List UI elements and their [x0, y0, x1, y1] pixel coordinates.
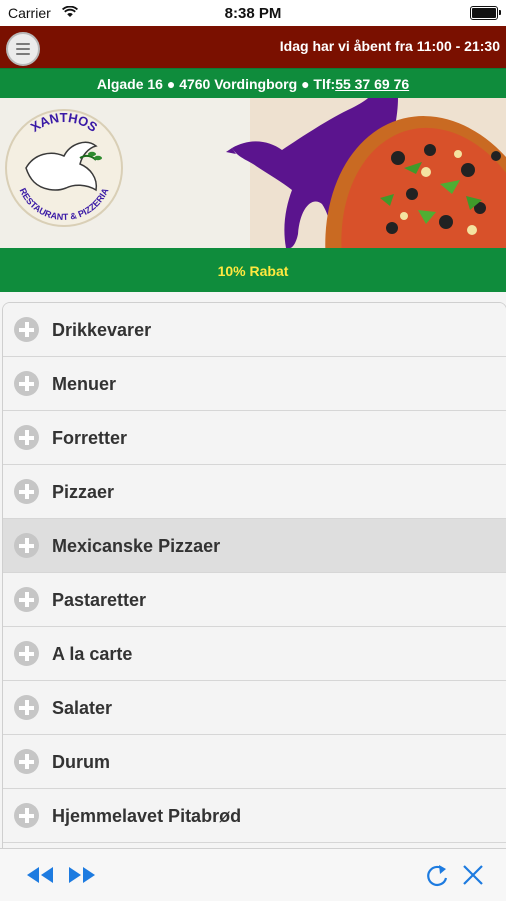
- menu-item-label: Hjemmelavet Pitabrød: [52, 806, 242, 826]
- menu-item-label: Salater: [52, 698, 113, 718]
- menu-item[interactable]: Durum: [3, 735, 506, 789]
- address-bar: Algade 16 ● 4760 Vordingborg ● Tlf:55 37…: [0, 68, 506, 99]
- menu-item-label: Menuer: [52, 374, 117, 394]
- hamburger-menu-button[interactable]: [6, 32, 40, 66]
- discount-bar: 10% Rabat: [0, 248, 506, 292]
- back-icon[interactable]: [24, 861, 56, 889]
- phone-link[interactable]: 55 37 69 76: [335, 76, 409, 92]
- opening-hours: Idag har vi åbent fra 11:00 - 21:30: [279, 38, 500, 54]
- menu-item-label: Pastaretter: [52, 590, 147, 610]
- banner-image: XANTHOS RESTAURANT & PIZZERIA: [0, 98, 506, 248]
- discount-label: 10% Rabat: [217, 263, 289, 279]
- menu-item-label: Drikkevarer: [52, 320, 152, 340]
- menu-item[interactable]: Drikkevarer: [3, 303, 506, 357]
- menu-item-label: Forretter: [52, 428, 128, 448]
- plus-icon: [14, 425, 39, 450]
- plus-icon: [14, 749, 39, 774]
- top-header: Idag har vi åbent fra 11:00 - 21:30: [0, 26, 506, 68]
- plus-icon: [14, 695, 39, 720]
- plus-icon: [14, 803, 39, 828]
- menu-item[interactable]: Pastaretter: [3, 573, 506, 627]
- reload-icon[interactable]: [424, 861, 450, 889]
- address-text: Algade 16 ● 4760 Vordingborg ● Tlf:: [96, 76, 336, 92]
- menu-icon-line: [16, 53, 30, 55]
- browser-toolbar: [0, 848, 506, 901]
- menu-item[interactable]: Menuer: [3, 357, 506, 411]
- restaurant-logo: XANTHOS RESTAURANT & PIZZERIA: [5, 109, 123, 227]
- menu-item-label: Pizzaer: [52, 482, 115, 502]
- plus-icon: [14, 317, 39, 342]
- plus-icon: [14, 371, 39, 396]
- menu-item-label: Durum: [52, 752, 110, 772]
- menu-item[interactable]: Salater: [3, 681, 506, 735]
- menu-item[interactable]: A la carte: [3, 627, 506, 681]
- plus-icon: [14, 479, 39, 504]
- menu-item-label: A la carte: [52, 644, 133, 664]
- address-line: Algade 16 ● 4760 Vordingborg ● Tlf:55 37…: [0, 76, 506, 92]
- plus-icon: [14, 641, 39, 666]
- menu-item[interactable]: Pizzaer: [3, 465, 506, 519]
- battery-icon: [470, 6, 501, 20]
- plus-icon: [14, 533, 39, 558]
- menu-icon: [16, 43, 30, 45]
- banner: XANTHOS RESTAURANT & PIZZERIA: [0, 98, 506, 248]
- forward-icon[interactable]: [66, 861, 98, 889]
- menu-item[interactable]: Mexicanske Pizzaer: [3, 519, 506, 573]
- menu-item-label: Mexicanske Pizzaer: [52, 536, 221, 556]
- close-icon[interactable]: [460, 861, 486, 889]
- menu-item[interactable]: Forretter: [3, 411, 506, 465]
- menu-icon-line: [16, 48, 30, 50]
- menu-category-list: Drikkevarer Menuer Forretter Pizzaer Mex…: [2, 302, 506, 849]
- menu-item[interactable]: Hjemmelavet Pitabrød: [3, 789, 506, 843]
- status-bar: Carrier 8:38 PM: [0, 0, 506, 26]
- plus-icon: [14, 587, 39, 612]
- clock: 8:38 PM: [224, 5, 282, 22]
